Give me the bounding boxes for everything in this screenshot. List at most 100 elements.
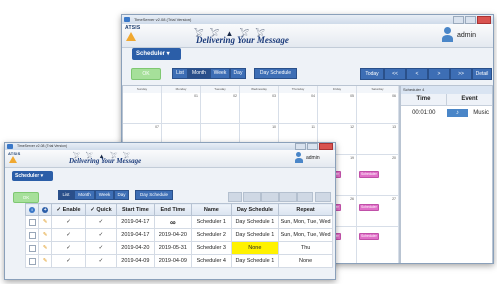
row-checkbox[interactable]	[28, 231, 36, 239]
edit-pencil-icon[interactable]: ✎	[43, 232, 48, 238]
enable-check-icon[interactable]: ✓	[66, 258, 71, 264]
row-checkbox-cell[interactable]	[24, 215, 40, 229]
name-cell: Scheduler 1	[191, 215, 232, 229]
add-icon[interactable]: +	[42, 206, 49, 213]
event-chip[interactable]: Scheduler	[359, 204, 379, 211]
row-checkbox[interactable]	[28, 218, 36, 226]
month-button[interactable]: Month	[188, 68, 210, 79]
end-time-column-header[interactable]: End Time	[153, 203, 193, 216]
add-column-header[interactable]: +	[38, 203, 53, 216]
enable-cell[interactable]: ✓	[51, 215, 86, 229]
enable-check-icon[interactable]: ✓	[66, 245, 71, 251]
calendar-cell[interactable]: 02	[201, 93, 240, 124]
scheduler-dropdown[interactable]: Scheduler ▾	[12, 171, 53, 181]
row-checkbox-cell[interactable]	[24, 254, 40, 268]
calendar-cell[interactable]: 13	[357, 124, 399, 155]
quick-check-icon[interactable]: ✓	[99, 219, 104, 225]
repeat-column-header[interactable]: Repeat	[278, 203, 333, 216]
day-schedule-label: Day Schedule	[139, 192, 169, 197]
detail-button[interactable]: Detail	[472, 68, 492, 80]
quick-check-icon[interactable]: ✓	[99, 245, 104, 251]
calendar-cell[interactable]: Scheduler	[357, 227, 399, 263]
day-button[interactable]: Day	[114, 190, 129, 200]
today-button[interactable]: Today	[360, 68, 384, 80]
calendar-cell[interactable]: 20 Scheduler	[357, 155, 399, 196]
day-button[interactable]: Day	[230, 68, 246, 79]
panel-header: Time Event	[401, 94, 492, 106]
maximize-button[interactable]	[307, 143, 318, 150]
edit-cell[interactable]: ✎	[38, 254, 53, 268]
close-button[interactable]	[319, 143, 333, 150]
info-icon: i	[29, 206, 36, 213]
prev-fast-button[interactable]: <<	[384, 68, 406, 80]
calendar-cell[interactable]	[123, 93, 162, 124]
start-time-column-header[interactable]: Start Time	[116, 203, 155, 216]
row-checkbox-cell[interactable]	[24, 241, 40, 255]
calendar-cell[interactable]: 06	[357, 93, 399, 124]
week-button[interactable]: Week	[95, 190, 114, 200]
scheduler-dropdown[interactable]: Scheduler ▾	[132, 48, 181, 60]
day-schedule-button[interactable]: Day Schedule	[254, 68, 297, 79]
panel-row[interactable]: 00:01:00 ♪ Music	[401, 106, 492, 120]
enable-check-icon[interactable]: ✓	[66, 219, 71, 225]
event-chip[interactable]: Scheduler	[359, 171, 379, 178]
edit-cell[interactable]: ✎	[38, 241, 53, 255]
list-button[interactable]: List	[172, 68, 188, 79]
enable-check-icon[interactable]: ✓	[66, 232, 71, 238]
month-button[interactable]: Month	[74, 190, 95, 200]
calendar-cell[interactable]: 03	[240, 93, 279, 124]
front-banner: ATSIS 𓅯 𓅯 ▲ 𓅯 𓅯 Delivering Your Message …	[5, 150, 335, 168]
week-button[interactable]: Week	[210, 68, 230, 79]
event-cell: ♪ Music	[446, 106, 493, 120]
prev-button[interactable]: <	[406, 68, 428, 80]
calendar-cell[interactable]: 27 Scheduler	[357, 196, 399, 227]
table-row[interactable]: ✎ ✓ ✓ 2019-04-09 2019-04-09 Scheduler 4 …	[24, 254, 333, 268]
table-row[interactable]: ✎ ✓ ✓ 2019-04-20 2019-05-31 Scheduler 3 …	[24, 241, 333, 255]
next-fast-button[interactable]: >>	[450, 68, 472, 80]
quick-column-header[interactable]: ✓ Quick	[84, 203, 118, 216]
minimize-button[interactable]	[295, 143, 306, 150]
day-label: Day	[233, 70, 243, 76]
edit-pencil-icon[interactable]: ✎	[43, 245, 48, 251]
calendar-cell[interactable]: 05	[318, 93, 357, 124]
name-cell: Scheduler 2	[191, 228, 232, 242]
edit-cell[interactable]: ✎	[38, 228, 53, 242]
ok-button[interactable]: OK	[13, 192, 39, 203]
ok-label: OK	[22, 195, 30, 200]
row-checkbox-cell[interactable]	[24, 228, 40, 242]
ok-button[interactable]: OK	[131, 68, 161, 80]
edit-pencil-icon[interactable]: ✎	[43, 258, 48, 264]
next-button[interactable]: >	[428, 68, 450, 80]
quick-cell[interactable]: ✓	[84, 241, 118, 255]
date-number: 05	[350, 94, 354, 98]
close-button[interactable]	[477, 16, 491, 24]
row-checkbox[interactable]	[28, 257, 36, 265]
maximize-button[interactable]	[465, 16, 476, 24]
calendar-cell[interactable]: 04	[279, 93, 318, 124]
enable-cell[interactable]: ✓	[51, 254, 86, 268]
nav-button-disabled	[297, 192, 313, 202]
day-schedule-column-header[interactable]: Day Schedule	[230, 203, 280, 216]
quick-cell[interactable]: ✓	[84, 215, 118, 229]
minimize-button[interactable]	[453, 16, 464, 24]
edit-cell[interactable]: ✎	[38, 215, 53, 229]
quick-cell[interactable]: ✓	[84, 254, 118, 268]
day-schedule-button[interactable]: Day Schedule	[135, 190, 173, 200]
name-column-header[interactable]: Name	[191, 203, 232, 216]
calendar-cell[interactable]: 01	[162, 93, 201, 124]
quick-check-icon[interactable]: ✓	[99, 232, 104, 238]
quick-cell[interactable]: ✓	[84, 228, 118, 242]
brand-triangle-icon	[9, 156, 17, 163]
quick-check-icon[interactable]: ✓	[99, 258, 104, 264]
table-row[interactable]: ✎ ✓ ✓ 2019-04-17 2019-04-20 Scheduler 2 …	[24, 228, 333, 242]
table-row[interactable]: ✎ ✓ ✓ 2019-04-17 ∞ Scheduler 1 Day Sched…	[24, 215, 333, 229]
enable-column-header[interactable]: ✓ Enable	[51, 203, 86, 216]
list-button[interactable]: List	[58, 190, 74, 200]
event-chip[interactable]: Scheduler	[359, 233, 379, 240]
enable-cell[interactable]: ✓	[51, 228, 86, 242]
enable-cell[interactable]: ✓	[51, 241, 86, 255]
start-time-cell: 2019-04-09	[116, 254, 155, 268]
edit-pencil-icon[interactable]: ✎	[43, 219, 48, 225]
row-checkbox[interactable]	[28, 244, 36, 252]
nav-button-disabled	[243, 192, 261, 202]
